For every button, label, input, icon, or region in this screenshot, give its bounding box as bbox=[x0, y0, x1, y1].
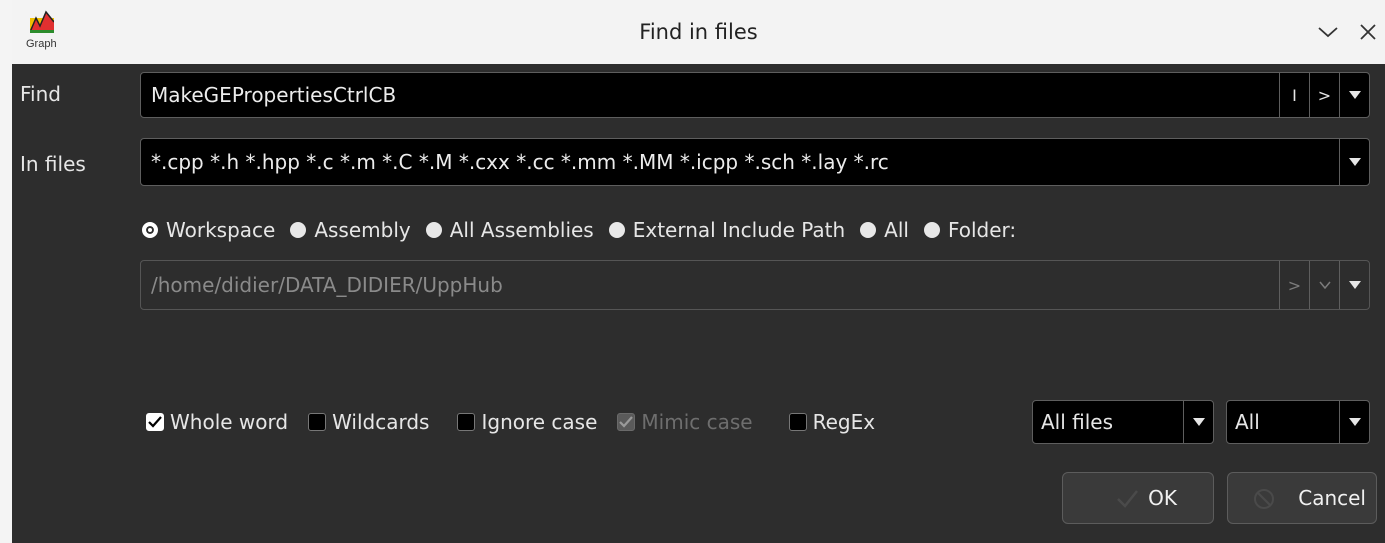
close-icon[interactable] bbox=[1348, 12, 1385, 52]
radio-folder[interactable]: Folder: bbox=[923, 218, 1017, 242]
checkbox-label: Ignore case bbox=[481, 410, 598, 434]
radio-label: External Include Path bbox=[632, 218, 846, 242]
folder-next-button[interactable]: > bbox=[1279, 261, 1309, 309]
radio-label: Workspace bbox=[166, 218, 276, 242]
checkbox-box bbox=[308, 413, 327, 431]
background-window-edge bbox=[0, 0, 12, 543]
in-files-input[interactable]: *.cpp *.h *.hpp *.c *.m *.C *.M *.cxx *.… bbox=[140, 138, 1370, 186]
find-input-value: MakeGEPropertiesCtrlCB bbox=[151, 83, 397, 107]
find-input[interactable]: MakeGEPropertiesCtrlCB I > bbox=[140, 72, 1370, 118]
chevron-down-icon bbox=[1318, 281, 1331, 289]
file-filter-select[interactable]: All files bbox=[1032, 400, 1214, 444]
ignore-case-checkbox[interactable]: Ignore case bbox=[457, 410, 597, 434]
search-options-row: Whole word Wildcards Ignore case Mimic c… bbox=[146, 400, 895, 444]
radio-workspace[interactable]: Workspace bbox=[142, 218, 275, 242]
scope-select-value: All bbox=[1235, 410, 1260, 434]
checkbox-label: Mimic case bbox=[641, 410, 753, 434]
mimic-case-checkbox: Mimic case bbox=[617, 410, 753, 434]
radio-dot bbox=[608, 222, 625, 238]
folder-dropdown-button[interactable] bbox=[1339, 261, 1369, 309]
radio-dot bbox=[425, 222, 442, 238]
folder-input-value: /home/didier/DATA_DIDIER/UppHub bbox=[151, 273, 503, 297]
caret-down-icon bbox=[1348, 281, 1361, 289]
radio-all-assemblies[interactable]: All Assemblies bbox=[425, 218, 594, 242]
in-files-dropdown-button[interactable] bbox=[1339, 139, 1369, 185]
radio-label: Folder: bbox=[947, 218, 1017, 242]
radio-dot bbox=[290, 222, 307, 238]
find-dropdown-button[interactable] bbox=[1339, 73, 1369, 117]
wildcards-checkbox[interactable]: Wildcards bbox=[308, 410, 429, 434]
checkmark-icon bbox=[617, 413, 636, 431]
find-next-button[interactable]: > bbox=[1309, 73, 1339, 117]
checkbox-label: Wildcards bbox=[332, 410, 430, 434]
radio-dot bbox=[923, 222, 940, 238]
folder-input[interactable]: /home/didier/DATA_DIDIER/UppHub > bbox=[140, 260, 1370, 310]
title-bar[interactable]: Graph Find in files bbox=[12, 0, 1385, 64]
case-insert-button[interactable]: I bbox=[1279, 73, 1309, 117]
in-files-label: In files bbox=[20, 152, 86, 176]
scope-select[interactable]: All bbox=[1226, 400, 1370, 444]
ok-button[interactable]: OK bbox=[1062, 472, 1214, 524]
radio-external-include-path[interactable]: External Include Path bbox=[608, 218, 846, 242]
regex-checkbox[interactable]: RegEx bbox=[788, 410, 876, 434]
find-label: Find bbox=[20, 82, 61, 106]
radio-assembly[interactable]: Assembly bbox=[290, 218, 411, 242]
caret-down-icon bbox=[1348, 158, 1361, 166]
cancel-label: Cancel bbox=[1298, 486, 1366, 510]
file-filter-value: All files bbox=[1041, 410, 1114, 434]
checkmark-icon bbox=[146, 413, 164, 431]
checkbox-box bbox=[788, 413, 807, 431]
radio-dot bbox=[860, 222, 877, 238]
cancel-button[interactable]: Cancel bbox=[1227, 472, 1377, 524]
radio-label: All bbox=[884, 218, 909, 242]
cancel-icon bbox=[1252, 487, 1276, 516]
checkbox-label: Whole word bbox=[170, 410, 289, 434]
checkmark-icon bbox=[1115, 487, 1139, 516]
in-files-input-value: *.cpp *.h *.hpp *.c *.m *.C *.M *.cxx *.… bbox=[151, 150, 889, 174]
radio-all[interactable]: All bbox=[860, 218, 909, 242]
chevron-down-icon[interactable] bbox=[1308, 12, 1348, 52]
whole-word-checkbox[interactable]: Whole word bbox=[146, 410, 288, 434]
scope-radio-group: Workspace Assembly All Assemblies Extern… bbox=[142, 214, 1031, 246]
checkbox-label: RegEx bbox=[812, 410, 876, 434]
radio-dot-selected bbox=[142, 222, 158, 238]
ok-label: OK bbox=[1148, 486, 1177, 510]
radio-label: All Assemblies bbox=[449, 218, 594, 242]
window-title: Find in files bbox=[639, 20, 758, 44]
caret-down-icon bbox=[1348, 91, 1361, 99]
radio-label: Assembly bbox=[314, 218, 411, 242]
caret-down-icon bbox=[1339, 401, 1369, 443]
caret-down-icon bbox=[1183, 401, 1213, 443]
find-in-files-dialog: Find MakeGEPropertiesCtrlCB I > In files… bbox=[12, 64, 1385, 543]
folder-history-button[interactable] bbox=[1309, 261, 1339, 309]
checkbox-box bbox=[457, 413, 476, 431]
